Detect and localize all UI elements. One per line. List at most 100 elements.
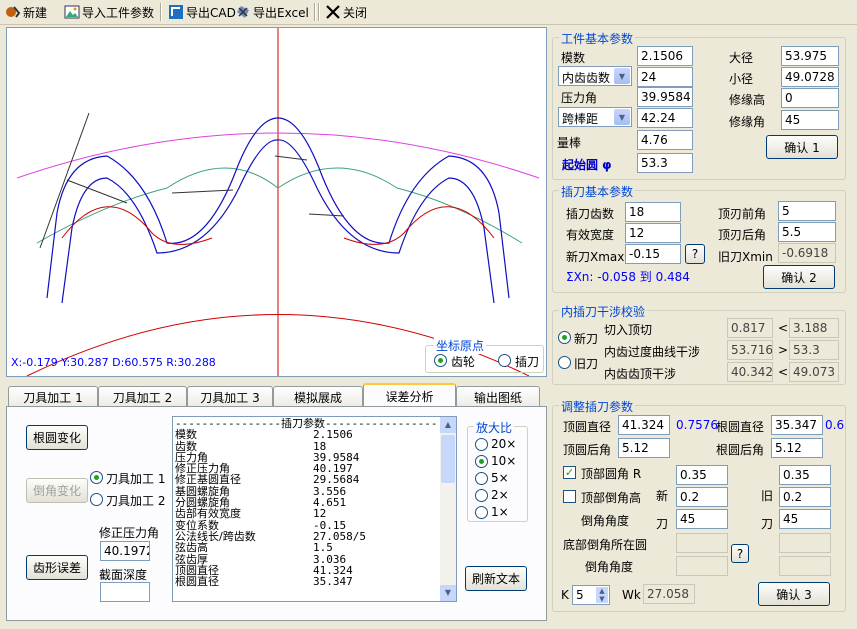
origin-title: 坐标原点 — [434, 337, 487, 354]
tab-output-drawing[interactable]: 输出图纸 — [456, 386, 540, 407]
module-input[interactable]: 2.1506 — [637, 46, 693, 66]
workpiece-title: 工件基本参数 — [559, 30, 636, 47]
adjust-title: 调整插刀参数 — [559, 398, 636, 415]
param-row: 齿部有效宽度 12 — [175, 508, 439, 520]
old-bottom-pos-input — [779, 533, 831, 553]
effective-width-input[interactable]: 12 — [625, 223, 681, 243]
rod-input[interactable]: 4.76 — [637, 130, 693, 150]
tip-relief-input[interactable]: 5.12 — [618, 438, 670, 458]
tip-chamfer-label: 顶部倒角高 — [581, 491, 642, 505]
import-button[interactable]: 导入工件参数 — [62, 2, 156, 22]
xmin-value: -0.6918 — [778, 243, 836, 263]
rake-angle-label: 顶刃前角 — [718, 207, 767, 221]
tab-error-analysis[interactable]: 误差分析 — [363, 383, 456, 408]
old-chamfer-angle-input[interactable]: 45 — [779, 509, 831, 529]
origin-gear-radio[interactable] — [434, 354, 447, 367]
zoom-radio[interactable] — [475, 506, 488, 519]
teeth-input[interactable]: 24 — [637, 67, 693, 87]
minor-dia-input[interactable]: 49.0728 — [781, 67, 839, 87]
params-text: ----------------插刀参数------------------ 模… — [175, 418, 439, 587]
section-depth-input[interactable] — [100, 582, 150, 602]
root-change-button[interactable]: 根圆变化 — [26, 425, 88, 450]
old-tip-round-input[interactable]: 0.35 — [779, 465, 831, 485]
confirm-1-button[interactable]: 确认 1 — [766, 135, 838, 159]
rake-angle-input[interactable]: 5 — [778, 201, 836, 221]
root-dia-input[interactable]: 35.347 — [771, 415, 823, 435]
origin-cutter-radio[interactable] — [498, 354, 511, 367]
measure-select[interactable]: 跨棒距 ▼ — [558, 107, 632, 127]
confirm-2-button[interactable]: 确认 2 — [763, 265, 835, 289]
xmax-input[interactable]: -0.15 — [625, 244, 681, 264]
tip-dia-input[interactable]: 41.324 — [618, 415, 670, 435]
params-header: ----------------插刀参数------------------ — [175, 418, 439, 430]
zoom-option: 5× — [491, 471, 509, 485]
zoom-option: 2× — [491, 488, 509, 502]
k-spinner[interactable]: 5 ▲ ▼ — [572, 585, 610, 605]
zoom-radio[interactable] — [475, 455, 488, 468]
root-relief-input[interactable]: 5.12 — [771, 438, 823, 458]
chevron-down-icon: ▼ — [614, 109, 630, 125]
zoom-radio[interactable] — [475, 438, 488, 451]
params-textbox[interactable]: ----------------插刀参数------------------ 模… — [172, 416, 457, 602]
new-tip-chamfer-input[interactable]: 0.2 — [676, 487, 728, 507]
old-tip-chamfer-input[interactable]: 0.2 — [779, 487, 831, 507]
tab-tool-2[interactable]: 刀具加工 2 — [98, 386, 187, 407]
tab-simulate[interactable]: 模拟展成 — [273, 386, 363, 407]
new-cutter-radio[interactable] — [558, 331, 571, 344]
tool-2-radio[interactable] — [90, 493, 103, 506]
interference-row-limit: 53.3 — [789, 340, 839, 360]
old-cutter-radio[interactable] — [558, 356, 571, 369]
new-button[interactable]: 新建 — [3, 2, 49, 22]
params-scrollbar[interactable]: ▲ ▼ — [440, 417, 456, 601]
toolbar-separator — [160, 3, 162, 21]
scroll-down-icon[interactable]: ▼ — [440, 585, 456, 601]
zoom-radio[interactable] — [475, 472, 488, 485]
param-key: 根圆直径 — [175, 575, 219, 589]
spinner-arrows-icon[interactable]: ▲ ▼ — [596, 587, 608, 603]
major-dia-input[interactable]: 53.975 — [781, 46, 839, 66]
tip-dia-extra: 0.7576 — [676, 418, 718, 432]
mod-height-input[interactable]: 0 — [781, 88, 839, 108]
tip-round-checkbox[interactable]: ✓ — [563, 466, 576, 479]
tip-chamfer-checkbox[interactable] — [563, 490, 576, 503]
close-button[interactable]: 关闭 — [323, 2, 369, 22]
pressure-angle-input[interactable]: 39.9584 — [637, 87, 693, 107]
new-chamfer-angle-input[interactable]: 45 — [676, 509, 728, 529]
section-depth-label: 截面深度 — [99, 568, 148, 582]
teeth-select[interactable]: 内齿齿数 ▼ — [558, 66, 632, 86]
toolbar-separator — [318, 3, 320, 21]
tool-1-radio[interactable] — [90, 471, 103, 484]
zoom-option: 10× — [491, 454, 517, 468]
new-knife-caption: 新刀 — [656, 489, 669, 531]
new-icon — [6, 6, 21, 18]
refresh-text-button[interactable]: 刷新文本 — [465, 566, 527, 591]
tab-tool-1[interactable]: 刀具加工 1 — [8, 386, 98, 407]
zoom-option: 20× — [491, 437, 517, 451]
zoom-radio[interactable] — [475, 489, 488, 502]
export-cad-button[interactable]: 导出CAD — [166, 2, 238, 22]
bottom-help-button[interactable]: ? — [731, 544, 749, 563]
start-circle-input[interactable]: 53.3 — [637, 153, 693, 173]
cad-icon — [169, 5, 183, 19]
tangent-line — [66, 179, 128, 204]
scroll-thumb[interactable] — [441, 435, 455, 483]
mod-angle-input[interactable]: 45 — [781, 110, 839, 130]
new-tip-round-input[interactable]: 0.35 — [676, 465, 728, 485]
tangent-line — [308, 213, 345, 217]
tooth-error-button[interactable]: 齿形误差 — [26, 555, 88, 580]
old-knife-caption: 旧刀 — [761, 489, 774, 531]
module-label: 模数 — [561, 51, 586, 65]
scroll-up-icon[interactable]: ▲ — [440, 417, 456, 433]
gear-drawing-canvas[interactable]: X:-0.179 Y:30.287 D:60.575 R:30.288 坐标原点… — [6, 27, 547, 377]
xmax-help-button[interactable]: ? — [685, 244, 705, 264]
close-icon — [326, 5, 340, 19]
tab-tool-3[interactable]: 刀具加工 3 — [187, 386, 273, 407]
cutter-teeth-input[interactable]: 18 — [625, 202, 681, 222]
cutter-teeth-label: 插刀齿数 — [566, 207, 615, 221]
chamfer-angle-label: 倒角角度 — [581, 514, 630, 528]
relief-angle-input[interactable]: 5.5 — [778, 222, 836, 242]
tangent-line — [171, 189, 234, 194]
export-excel-button[interactable]: 导出Excel — [233, 2, 311, 22]
measure-input[interactable]: 42.24 — [637, 108, 693, 128]
confirm-3-button[interactable]: 确认 3 — [758, 582, 830, 606]
